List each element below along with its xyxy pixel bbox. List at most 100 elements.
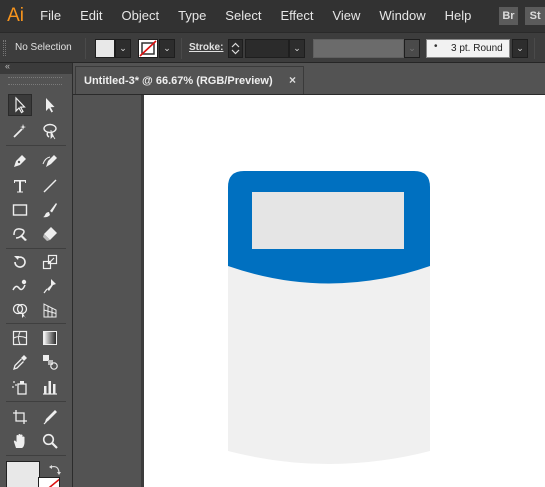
document-tab[interactable]: Untitled-3* @ 66.67% (RGB/Preview) × bbox=[75, 66, 304, 95]
close-icon[interactable]: × bbox=[289, 73, 296, 87]
menu-file[interactable]: File bbox=[31, 0, 71, 32]
rectangle-tool-icon bbox=[12, 204, 28, 216]
artboard-tool-icon bbox=[13, 410, 27, 424]
brush-definition[interactable]: • 3 pt. Round bbox=[426, 39, 510, 58]
warp-tool[interactable] bbox=[8, 275, 32, 297]
control-bar: No Selection ⌄ ⌄ Stroke: ⌄ ⌄ • 3 pt. Rou… bbox=[0, 32, 545, 63]
perspective-grid-icon bbox=[43, 303, 57, 318]
none-stroke-icon bbox=[139, 40, 157, 57]
paintbrush-icon bbox=[43, 203, 57, 218]
rotate-tool[interactable] bbox=[8, 251, 32, 273]
stroke-swatch[interactable] bbox=[138, 39, 158, 58]
eraser-icon bbox=[43, 227, 57, 241]
mesh-tool[interactable] bbox=[8, 327, 32, 349]
shape-builder-tool[interactable] bbox=[8, 299, 32, 321]
column-graph-tool[interactable] bbox=[38, 376, 62, 398]
rotate-tool-icon bbox=[14, 256, 26, 268]
menu-help[interactable]: Help bbox=[436, 0, 482, 32]
symbol-sprayer-icon bbox=[12, 381, 27, 395]
lasso-tool[interactable] bbox=[38, 120, 62, 142]
selection-status: No Selection bbox=[15, 42, 72, 53]
blend-tool-icon bbox=[43, 355, 58, 370]
collapse-icon[interactable]: « bbox=[5, 61, 10, 71]
magic-wand-icon bbox=[13, 124, 26, 138]
menu-window[interactable]: Window bbox=[370, 0, 435, 32]
lasso-icon bbox=[43, 123, 57, 140]
direct-selection-tool-icon bbox=[46, 98, 55, 113]
pen-tool[interactable] bbox=[8, 150, 32, 172]
puppet-warp-tool[interactable] bbox=[38, 275, 62, 297]
direct-selection-tool[interactable] bbox=[38, 94, 62, 116]
stroke-weight-stepper[interactable] bbox=[228, 39, 243, 58]
menu-view[interactable]: View bbox=[323, 0, 370, 32]
type-tool-icon bbox=[14, 180, 26, 193]
shape-builder-icon bbox=[12, 303, 28, 319]
type-tool[interactable] bbox=[8, 175, 32, 197]
zoom-tool-icon bbox=[42, 433, 58, 449]
zoom-tool[interactable] bbox=[38, 430, 62, 452]
none-stroke-icon bbox=[48, 478, 59, 487]
paintbrush-tool[interactable] bbox=[38, 199, 62, 221]
brush-dropdown[interactable]: ⌄ bbox=[512, 39, 528, 58]
document-tab-title: Untitled-3* @ 66.67% (RGB/Preview) bbox=[84, 75, 273, 87]
stock-button[interactable]: St bbox=[525, 7, 545, 25]
eyedropper-tool[interactable] bbox=[8, 351, 32, 373]
chevron-down-icon: ⌄ bbox=[408, 43, 416, 53]
variable-width-profile[interactable] bbox=[313, 39, 404, 58]
shaper-tool[interactable] bbox=[8, 223, 32, 245]
mesh-tool-icon bbox=[12, 330, 28, 346]
artboard-tool[interactable] bbox=[8, 406, 32, 428]
menu-bar: Ai File Edit Object Type Select Effect V… bbox=[0, 0, 545, 32]
stroke-color-box[interactable] bbox=[38, 477, 60, 487]
puppet-warp-icon bbox=[43, 279, 56, 294]
hand-tool[interactable] bbox=[8, 430, 32, 452]
eraser-tool[interactable] bbox=[38, 223, 62, 245]
menu-object[interactable]: Object bbox=[113, 0, 170, 32]
stroke-weight-field[interactable] bbox=[245, 39, 289, 58]
fill-swatch[interactable] bbox=[95, 39, 115, 58]
magic-wand-tool[interactable] bbox=[8, 120, 32, 142]
curvature-tool[interactable] bbox=[38, 150, 62, 172]
swap-fill-stroke-icon bbox=[49, 465, 61, 475]
stroke-dropdown[interactable]: ⌄ bbox=[159, 39, 175, 58]
stroke-label[interactable]: Stroke: bbox=[189, 33, 223, 63]
stepper-arrows-icon bbox=[231, 42, 240, 55]
blend-tool[interactable] bbox=[38, 351, 62, 373]
bridge-button[interactable]: Br bbox=[498, 7, 519, 25]
selection-tool[interactable] bbox=[8, 94, 32, 116]
brush-dot-icon: • bbox=[434, 41, 438, 52]
perspective-grid-tool[interactable] bbox=[38, 299, 62, 321]
pen-tool-icon bbox=[14, 155, 26, 167]
menu-select[interactable]: Select bbox=[216, 0, 271, 32]
slice-tool-icon bbox=[43, 410, 57, 425]
line-segment-tool[interactable] bbox=[38, 175, 62, 197]
tools-panel: « bbox=[0, 61, 73, 487]
jar-label bbox=[252, 192, 404, 249]
chevron-down-icon: ⌄ bbox=[516, 43, 524, 53]
menu-effect[interactable]: Effect bbox=[271, 0, 323, 32]
swap-fill-stroke-button[interactable] bbox=[48, 462, 62, 475]
stroke-weight-dropdown[interactable]: ⌄ bbox=[289, 39, 305, 58]
fill-dropdown[interactable]: ⌄ bbox=[115, 39, 131, 58]
rectangle-tool[interactable] bbox=[8, 199, 32, 221]
brush-value: 3 pt. Round bbox=[451, 43, 503, 54]
slice-tool[interactable] bbox=[38, 406, 62, 428]
column-graph-icon bbox=[43, 381, 57, 395]
menu-edit[interactable]: Edit bbox=[71, 0, 112, 32]
profile-dropdown[interactable]: ⌄ bbox=[404, 39, 420, 58]
control-bar-grip[interactable] bbox=[3, 40, 6, 56]
menu-type[interactable]: Type bbox=[169, 0, 216, 32]
gradient-tool[interactable] bbox=[38, 327, 62, 349]
selection-tool-icon bbox=[15, 96, 26, 114]
scale-tool[interactable] bbox=[38, 251, 62, 273]
jar-artwork bbox=[228, 171, 430, 464]
hand-tool-icon bbox=[13, 434, 25, 448]
gradient-tool-icon bbox=[43, 331, 57, 345]
curvature-tool-icon bbox=[42, 155, 57, 167]
symbol-sprayer-tool[interactable] bbox=[8, 376, 32, 398]
jar-illustration[interactable] bbox=[225, 168, 433, 477]
tools-panel-grip[interactable] bbox=[8, 77, 62, 85]
document-tab-strip: Untitled-3* @ 66.67% (RGB/Preview) × bbox=[73, 63, 545, 95]
shaper-tool-icon bbox=[13, 228, 27, 241]
fill-color-box[interactable] bbox=[6, 461, 40, 487]
